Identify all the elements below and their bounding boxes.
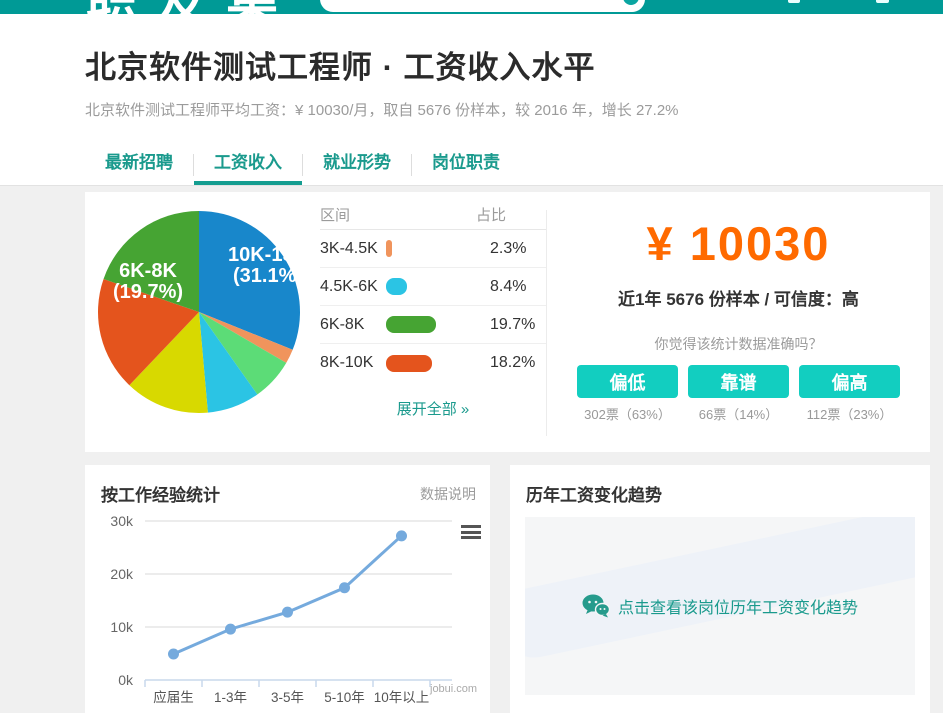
line-series [174, 536, 402, 654]
tab-employment[interactable]: 就业形势 [303, 145, 411, 185]
pie-slice-label: 6K-8K(19.7%) [113, 260, 183, 303]
vote-question: 你觉得该统计数据准确吗？ [655, 334, 823, 354]
share-value: 19.7% [490, 316, 546, 334]
expand-all-link[interactable]: 展开全部 » [320, 398, 546, 419]
tab-salary[interactable]: 工资收入 [194, 145, 302, 185]
chart-menu-icon[interactable] [461, 525, 481, 539]
vote-low-count: 302票（63%） [577, 404, 678, 423]
table-row: 4.5K-6K 8.4% [320, 268, 546, 306]
search-icon[interactable] [623, 0, 639, 5]
vote-counts: 302票（63%） 66票（14%） 112票（23%） [577, 404, 900, 423]
tab-latest-jobs[interactable]: 最新招聘 [85, 145, 193, 185]
salary-summary: ¥ 10030 近1年 5676 份样本 / 可信度：高 你觉得该统计数据准确吗… [547, 192, 930, 452]
vote-buttons: 偏低 靠谱 偏高 [577, 365, 900, 398]
experience-line-chart: 0k10k20k30k应届生1-3年3-5年5-10年10年以上 jobui.c… [85, 505, 490, 713]
y-axis-tick-label: 30k [110, 513, 134, 529]
table-row: 3K-4.5K 2.3% [320, 230, 546, 268]
range-label: 3K-4.5K [320, 240, 384, 258]
page-subtitle: 北京软件测试工程师平均工资：¥ 10030/月，取自 5676 份样本，较 20… [85, 99, 679, 120]
x-axis-category-label: 1-3年 [214, 690, 247, 705]
vote-high-count: 112票（23%） [799, 404, 900, 423]
y-axis-tick-label: 0k [118, 672, 134, 688]
sample-info: 近1年 5676 份样本 / 可信度：高 [618, 285, 859, 310]
page-title: 北京软件测试工程师 · 工资收入水平 [85, 42, 596, 87]
vote-high-button[interactable]: 偏高 [799, 365, 900, 398]
line-point[interactable] [225, 624, 236, 635]
tab-duties[interactable]: 岗位职责 [412, 145, 520, 185]
experience-stats-card: 按工作经验统计 数据说明 0k 10k 20k 30k 应届生 1-3年 3-5年 5-10年… [85, 465, 490, 713]
salary-distribution-card: 10K-15K(31.1%) 6K-8K(19.7%) 区间 占比 3K-4.5K… [85, 192, 930, 452]
trend-view-link[interactable]: 点击查看该岗位历年工资变化趋势 [618, 594, 858, 618]
salary-pie-chart: 10K-15K(31.1%) 6K-8K(19.7%) [93, 206, 305, 418]
share-value: 2.3% [490, 240, 546, 258]
tab-bar: 最新招聘 工资收入 就业形势 岗位职责 [85, 145, 520, 185]
x-axis-category-label: 5-10年 [324, 690, 365, 705]
pie-slice-label: 10K-15K(31.1%) [228, 244, 305, 287]
experience-card-title: 按工作经验统计 [101, 481, 220, 506]
line-point[interactable] [396, 530, 407, 541]
header-user-icon[interactable] [788, 0, 800, 3]
range-label: 6K-8K [320, 316, 384, 334]
average-salary-value: ¥ 10030 [647, 216, 831, 271]
x-axis-category-label: 应届生 [153, 689, 194, 705]
x-axis-category-label: 3-5年 [271, 690, 304, 705]
vote-accurate-count: 66票（14%） [688, 404, 789, 423]
top-nav-bar: 职友集 [0, 0, 943, 14]
header-message-icon[interactable] [876, 0, 889, 3]
page-header: 北京软件测试工程师 · 工资收入水平 北京软件测试工程师平均工资：¥ 10030… [0, 14, 943, 186]
site-logo[interactable]: 职友集 [86, 0, 296, 14]
line-point[interactable] [339, 582, 350, 593]
table-row: 6K-8K 19.7% [320, 306, 546, 344]
trend-placeholder[interactable]: 点击查看该岗位历年工资变化趋势 [525, 517, 915, 695]
y-axis-tick-label: 20k [110, 566, 134, 582]
share-value: 18.2% [490, 354, 546, 372]
x-axis-category-label: 10年以上 [374, 690, 430, 705]
salary-trend-card: 历年工资变化趋势 点击查看该岗位历年工资变化趋势 [510, 465, 930, 713]
salary-range-table: 区间 占比 3K-4.5K 2.3% 4.5K-6K 8.4% 6K-8K 19… [320, 200, 546, 382]
line-point[interactable] [282, 607, 293, 618]
trend-card-title: 历年工资变化趋势 [526, 481, 662, 506]
range-label: 8K-10K [320, 354, 384, 372]
wechat-icon [582, 594, 610, 618]
col-share-header: 占比 [476, 204, 506, 225]
share-value: 8.4% [490, 278, 546, 296]
vote-accurate-button[interactable]: 靠谱 [688, 365, 789, 398]
share-bar [386, 316, 436, 333]
search-input[interactable] [320, 0, 645, 12]
line-point[interactable] [168, 649, 179, 660]
share-bar [386, 355, 432, 372]
range-label: 4.5K-6K [320, 278, 384, 296]
share-bar [386, 278, 407, 295]
vote-low-button[interactable]: 偏低 [577, 365, 678, 398]
data-note-link[interactable]: 数据说明 [420, 484, 476, 504]
share-bar [386, 240, 392, 257]
y-axis-tick-label: 10k [110, 619, 134, 635]
table-row: 8K-10K 18.2% [320, 344, 546, 382]
table-header: 区间 占比 [320, 200, 546, 230]
col-range-header: 区间 [320, 204, 420, 225]
watermark: jobui.com [430, 683, 500, 695]
